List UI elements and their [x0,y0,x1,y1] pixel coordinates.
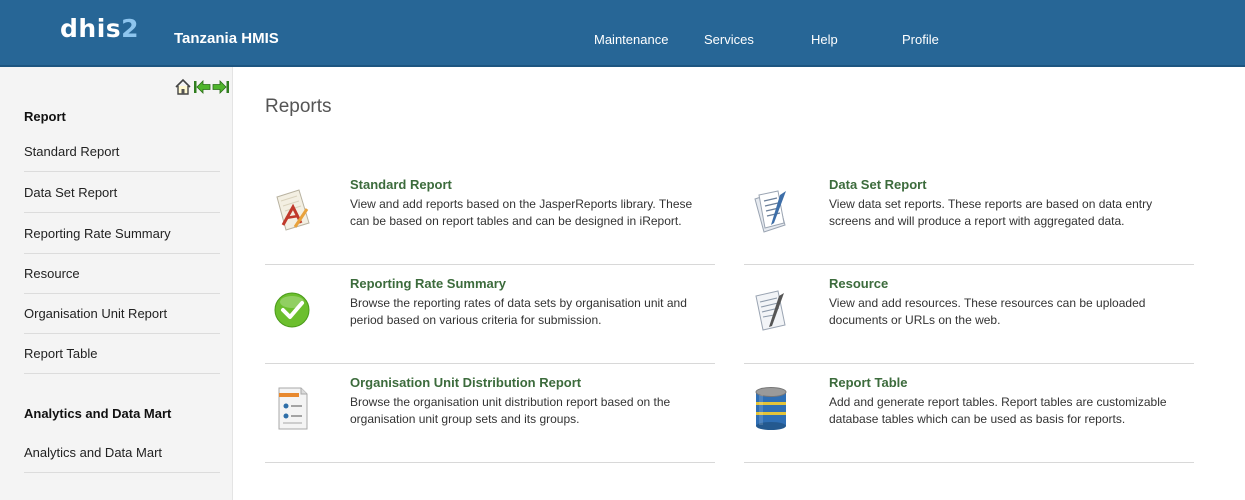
app-title[interactable]: Tanzania HMIS [174,30,279,47]
sidebar-item-analytics-data-mart[interactable]: Analytics and Data Mart [24,433,220,473]
sidebar-item-resource[interactable]: Resource [24,254,220,294]
card-reporting-rate-summary[interactable]: Reporting Rate Summary Browse the report… [265,264,715,364]
sidebar-item-org-unit-report[interactable]: Organisation Unit Report [24,294,220,334]
checkmark-icon [271,286,313,332]
card-title: Data Set Report [829,177,927,192]
expand-right-icon[interactable] [212,78,230,101]
card-description: Add and generate report tables. Report t… [829,395,1167,426]
collapse-left-icon[interactable] [193,78,211,101]
database-icon [750,385,792,431]
card-resource[interactable]: Resource View and add resources. These r… [744,264,1194,364]
card-title: Organisation Unit Distribution Report [350,375,582,390]
home-icon[interactable] [174,78,192,101]
org-unit-report-icon [271,385,313,431]
page-title: Reports [265,96,332,117]
card-description: View and add reports based on the Jasper… [350,197,693,228]
resource-icon [750,286,792,332]
standard-report-icon [271,187,313,233]
sidebar-item-report-table[interactable]: Report Table [24,334,220,374]
card-title: Reporting Rate Summary [350,276,507,291]
sidebar-heading-report: Report [24,109,66,124]
dhis2-logo[interactable]: dhis2 [60,14,139,43]
card-title: Standard Report [350,177,452,192]
card-org-unit-distribution-report[interactable]: Organisation Unit Distribution Report Br… [265,363,715,463]
card-description: View data set reports. These reports are… [829,197,1153,228]
sidebar-item-standard-report[interactable]: Standard Report [24,132,220,172]
card-report-table[interactable]: Report Table Add and generate report tab… [744,363,1194,463]
menu-help[interactable]: Help [811,32,838,47]
sidebar-heading-analytics: Analytics and Data Mart [24,406,172,421]
logo-number: 2 [121,14,140,43]
menu-services[interactable]: Services [704,32,754,47]
card-description: Browse the reporting rates of data sets … [350,296,687,327]
card-data-set-report[interactable]: Data Set Report View data set reports. T… [744,165,1194,265]
top-header: dhis2 Tanzania HMIS Maintenance Services… [0,0,1245,67]
menu-maintenance[interactable]: Maintenance [594,32,668,47]
logo-text: dhis [60,14,122,43]
card-standard-report[interactable]: Standard Report View and add reports bas… [265,165,715,265]
sidebar-item-data-set-report[interactable]: Data Set Report [24,173,220,213]
left-sidebar: Report Standard Report Data Set Report R… [0,67,233,500]
card-title: Resource [829,276,889,291]
card-description: View and add resources. These resources … [829,296,1146,327]
menu-profile[interactable]: Profile [902,32,939,47]
card-title: Report Table [829,375,908,390]
data-set-report-icon [750,187,792,233]
card-description: Browse the organisation unit distributio… [350,395,671,426]
sidebar-item-reporting-rate-summary[interactable]: Reporting Rate Summary [24,214,220,254]
